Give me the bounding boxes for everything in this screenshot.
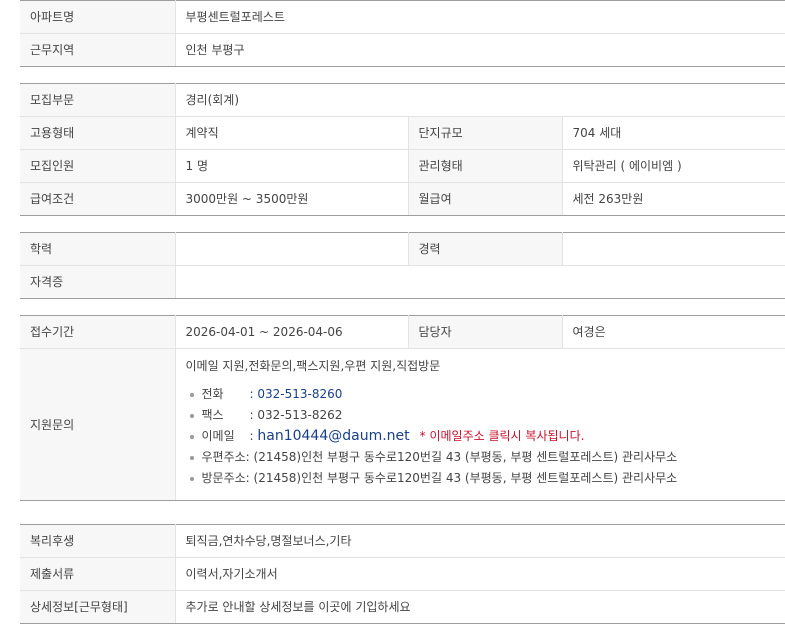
row-apartment: 아파트명 부평센트럴포레스트 (20, 0, 785, 34)
salary-value: 3000만원 ~ 3500만원 (175, 182, 409, 216)
manager-label: 담당자 (408, 315, 563, 349)
inquiry-value: 이메일 지원,전화문의,팩스지원,우편 지원,직접방문 전화 : 032-513-… (175, 348, 785, 501)
info-table-basic: 아파트명 부평센트럴포레스트 근무지역 인천 부평구 (20, 0, 785, 67)
career-label: 경력 (408, 232, 563, 266)
phone-key: 전화 (201, 387, 224, 401)
docs-value: 이력서,자기소개서 (175, 557, 785, 591)
welfare-label: 복리후생 (20, 524, 176, 558)
row-inquiry: 지원문의 이메일 지원,전화문의,팩스지원,우편 지원,직접방문 전화 : 032… (20, 348, 785, 501)
row-detail: 상세정보[근무형태] 추가로 안내할 상세정보를 이곳에 기입하세요 (20, 590, 785, 624)
email-key: 이메일 (201, 429, 235, 443)
dept-value: 경리(회계) (175, 83, 785, 117)
post-value: : (21458)인천 부평구 동수로120번길 43 (부평동, 부평 센트럴… (245, 450, 678, 464)
visit-value: : (21458)인천 부평구 동수로120번길 43 (부평동, 부평 센트럴… (245, 471, 678, 485)
row-count: 모집인원 1 명 관리형태 위탁관리 ( 에이비엠 ) (20, 149, 785, 183)
info-table-recruit: 모집부문 경리(회계) 고용형태 계약직 단지규모 704 세대 모집인원 1 … (20, 83, 785, 216)
contact-visit: 방문주소: (21458)인천 부평구 동수로120번길 43 (부평동, 부평… (189, 468, 776, 489)
row-dept: 모집부문 경리(회계) (20, 83, 785, 117)
inquiry-methods: 이메일 지원,전화문의,팩스지원,우편 지원,직접방문 (185, 359, 441, 373)
email-sep: : (249, 429, 254, 443)
row-employ: 고용형태 계약직 단지규모 704 세대 (20, 116, 785, 150)
email-link[interactable]: han10444@daum.net (257, 428, 409, 444)
contact-list: 전화 : 032-513-8260 팩스 : 032-513-8262 이메일: h… (186, 384, 776, 499)
contact-post: 우편주소: (21458)인천 부평구 동수로120번길 43 (부평동, 부평… (189, 447, 776, 468)
manage-value: 위탁관리 ( 에이비엠 ) (562, 149, 785, 183)
scale-value: 704 세대 (562, 116, 785, 150)
period-value: 2026-04-01 ~ 2026-04-06 (175, 315, 409, 349)
info-table-extra: 복리후생 퇴직금,연차수당,명절보너스,기타 제출서류 이력서,자기소개서 상세… (20, 524, 785, 624)
dept-label: 모집부문 (20, 83, 176, 117)
scale-label: 단지규모 (408, 116, 563, 150)
contact-fax: 팩스 : 032-513-8262 (189, 405, 776, 426)
career-value (562, 232, 785, 266)
edu-value (175, 232, 409, 266)
phone-value[interactable]: : 032-513-8260 (250, 387, 343, 401)
fax-key: 팩스 (201, 408, 224, 422)
monthly-value: 세전 263만원 (562, 182, 785, 216)
apartment-value: 부평센트럴포레스트 (175, 0, 785, 34)
detail-value: 추가로 안내할 상세정보를 이곳에 기입하세요 (175, 590, 785, 624)
info-table-apply: 접수기간 2026-04-01 ~ 2026-04-06 담당자 여경은 지원문… (20, 315, 785, 501)
email-copy-note: * 이메일주소 클릭시 복사됩니다. (419, 429, 585, 443)
manage-label: 관리형태 (408, 149, 563, 183)
detail-label: 상세정보[근무형태] (20, 590, 176, 624)
row-cert: 자격증 (20, 265, 785, 299)
apartment-label: 아파트명 (20, 0, 176, 34)
row-salary: 급여조건 3000만원 ~ 3500만원 월급여 세전 263만원 (20, 182, 785, 216)
count-label: 모집인원 (20, 149, 176, 183)
region-label: 근무지역 (20, 33, 176, 67)
info-table-qualification: 학력 경력 자격증 (20, 232, 785, 299)
employ-value: 계약직 (175, 116, 409, 150)
manager-value: 여경은 (562, 315, 785, 349)
cert-value (175, 265, 785, 299)
row-period: 접수기간 2026-04-01 ~ 2026-04-06 담당자 여경은 (20, 315, 785, 349)
contact-email: 이메일: han10444@daum.net * 이메일주소 클릭시 복사됩니다. (189, 426, 776, 447)
region-value: 인천 부평구 (175, 33, 785, 67)
visit-key: 방문주소 (201, 471, 246, 485)
welfare-value: 퇴직금,연차수당,명절보너스,기타 (175, 524, 785, 558)
edu-label: 학력 (20, 232, 176, 266)
employ-label: 고용형태 (20, 116, 176, 150)
row-welfare: 복리후생 퇴직금,연차수당,명절보너스,기타 (20, 524, 785, 558)
fax-value: : 032-513-8262 (249, 408, 343, 422)
salary-label: 급여조건 (20, 182, 176, 216)
row-docs: 제출서류 이력서,자기소개서 (20, 557, 785, 591)
count-value: 1 명 (175, 149, 409, 183)
row-edu: 학력 경력 (20, 232, 785, 266)
contact-phone: 전화 : 032-513-8260 (189, 384, 776, 405)
row-region: 근무지역 인천 부평구 (20, 33, 785, 67)
docs-label: 제출서류 (20, 557, 176, 591)
inquiry-label: 지원문의 (20, 348, 176, 501)
period-label: 접수기간 (20, 315, 176, 349)
cert-label: 자격증 (20, 265, 176, 299)
monthly-label: 월급여 (408, 182, 563, 216)
post-key: 우편주소 (201, 450, 246, 464)
